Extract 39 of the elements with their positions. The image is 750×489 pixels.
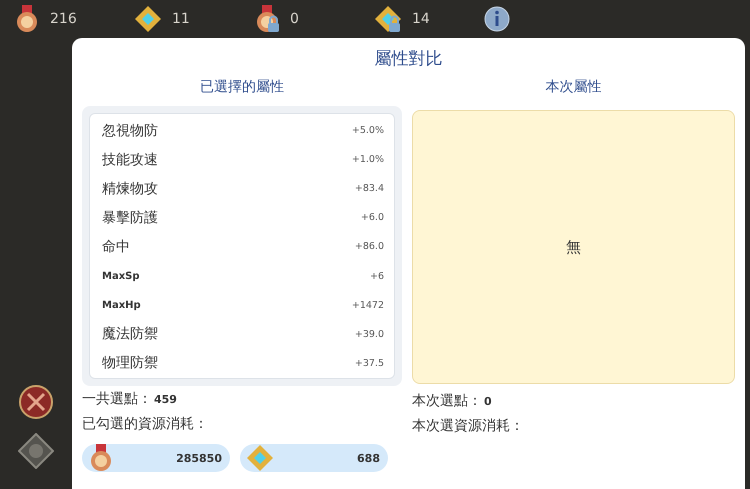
dialog-title: 屬性對比 xyxy=(374,48,444,71)
attribute-value: +6 xyxy=(370,270,384,282)
points-value: 0 xyxy=(484,394,492,408)
cost-chip: 285850 xyxy=(82,444,230,472)
attribute-value: +6.0 xyxy=(360,212,384,224)
attribute-name: 忽視物防 xyxy=(102,122,158,140)
points-label: 一共選點： xyxy=(82,390,152,408)
currency-count: 14 xyxy=(412,11,430,27)
currency-count: 11 xyxy=(172,11,190,27)
points-value: 459 xyxy=(154,392,177,406)
points-label: 本次選點： xyxy=(412,392,482,410)
cost-label: 已勾選的資源消耗： xyxy=(82,415,208,433)
attribute-name: 命中 xyxy=(102,238,130,256)
attribute-value: +5.0% xyxy=(352,125,384,136)
cost-chip: 688 xyxy=(240,444,388,472)
attribute-value: +83.4 xyxy=(354,183,384,194)
attribute-value: +39.0 xyxy=(354,328,384,340)
empty-text: 無 xyxy=(566,238,581,256)
medal-icon xyxy=(88,444,114,472)
attribute-name: MaxSp xyxy=(102,270,140,282)
attribute-name: 暴擊防護 xyxy=(102,208,158,227)
attribute-value: +37.5 xyxy=(354,358,384,369)
attribute-name: 魔法防禦 xyxy=(102,325,158,344)
cost-label: 本次選資源消耗： xyxy=(412,417,524,435)
emblem-icon[interactable] xyxy=(18,433,54,469)
currency-count: 0 xyxy=(290,11,299,27)
attribute-name: 物理防禦 xyxy=(102,354,158,372)
column-header: 已選擇的屬性 xyxy=(199,78,285,97)
column-header: 本次屬性 xyxy=(544,78,602,97)
attribute-name: 精煉物攻 xyxy=(102,180,158,198)
attribute-name: MaxHp xyxy=(102,300,141,311)
crystal-icon xyxy=(246,444,274,472)
attribute-value: +1.0% xyxy=(352,154,384,166)
currency-count: 216 xyxy=(50,11,77,27)
attribute-value: +86.0 xyxy=(354,241,384,252)
info-icon[interactable] xyxy=(484,6,510,32)
sword-badge-icon[interactable] xyxy=(19,385,53,419)
attribute-name: 技能攻速 xyxy=(102,150,158,169)
attribute-value: +1472 xyxy=(352,300,384,311)
